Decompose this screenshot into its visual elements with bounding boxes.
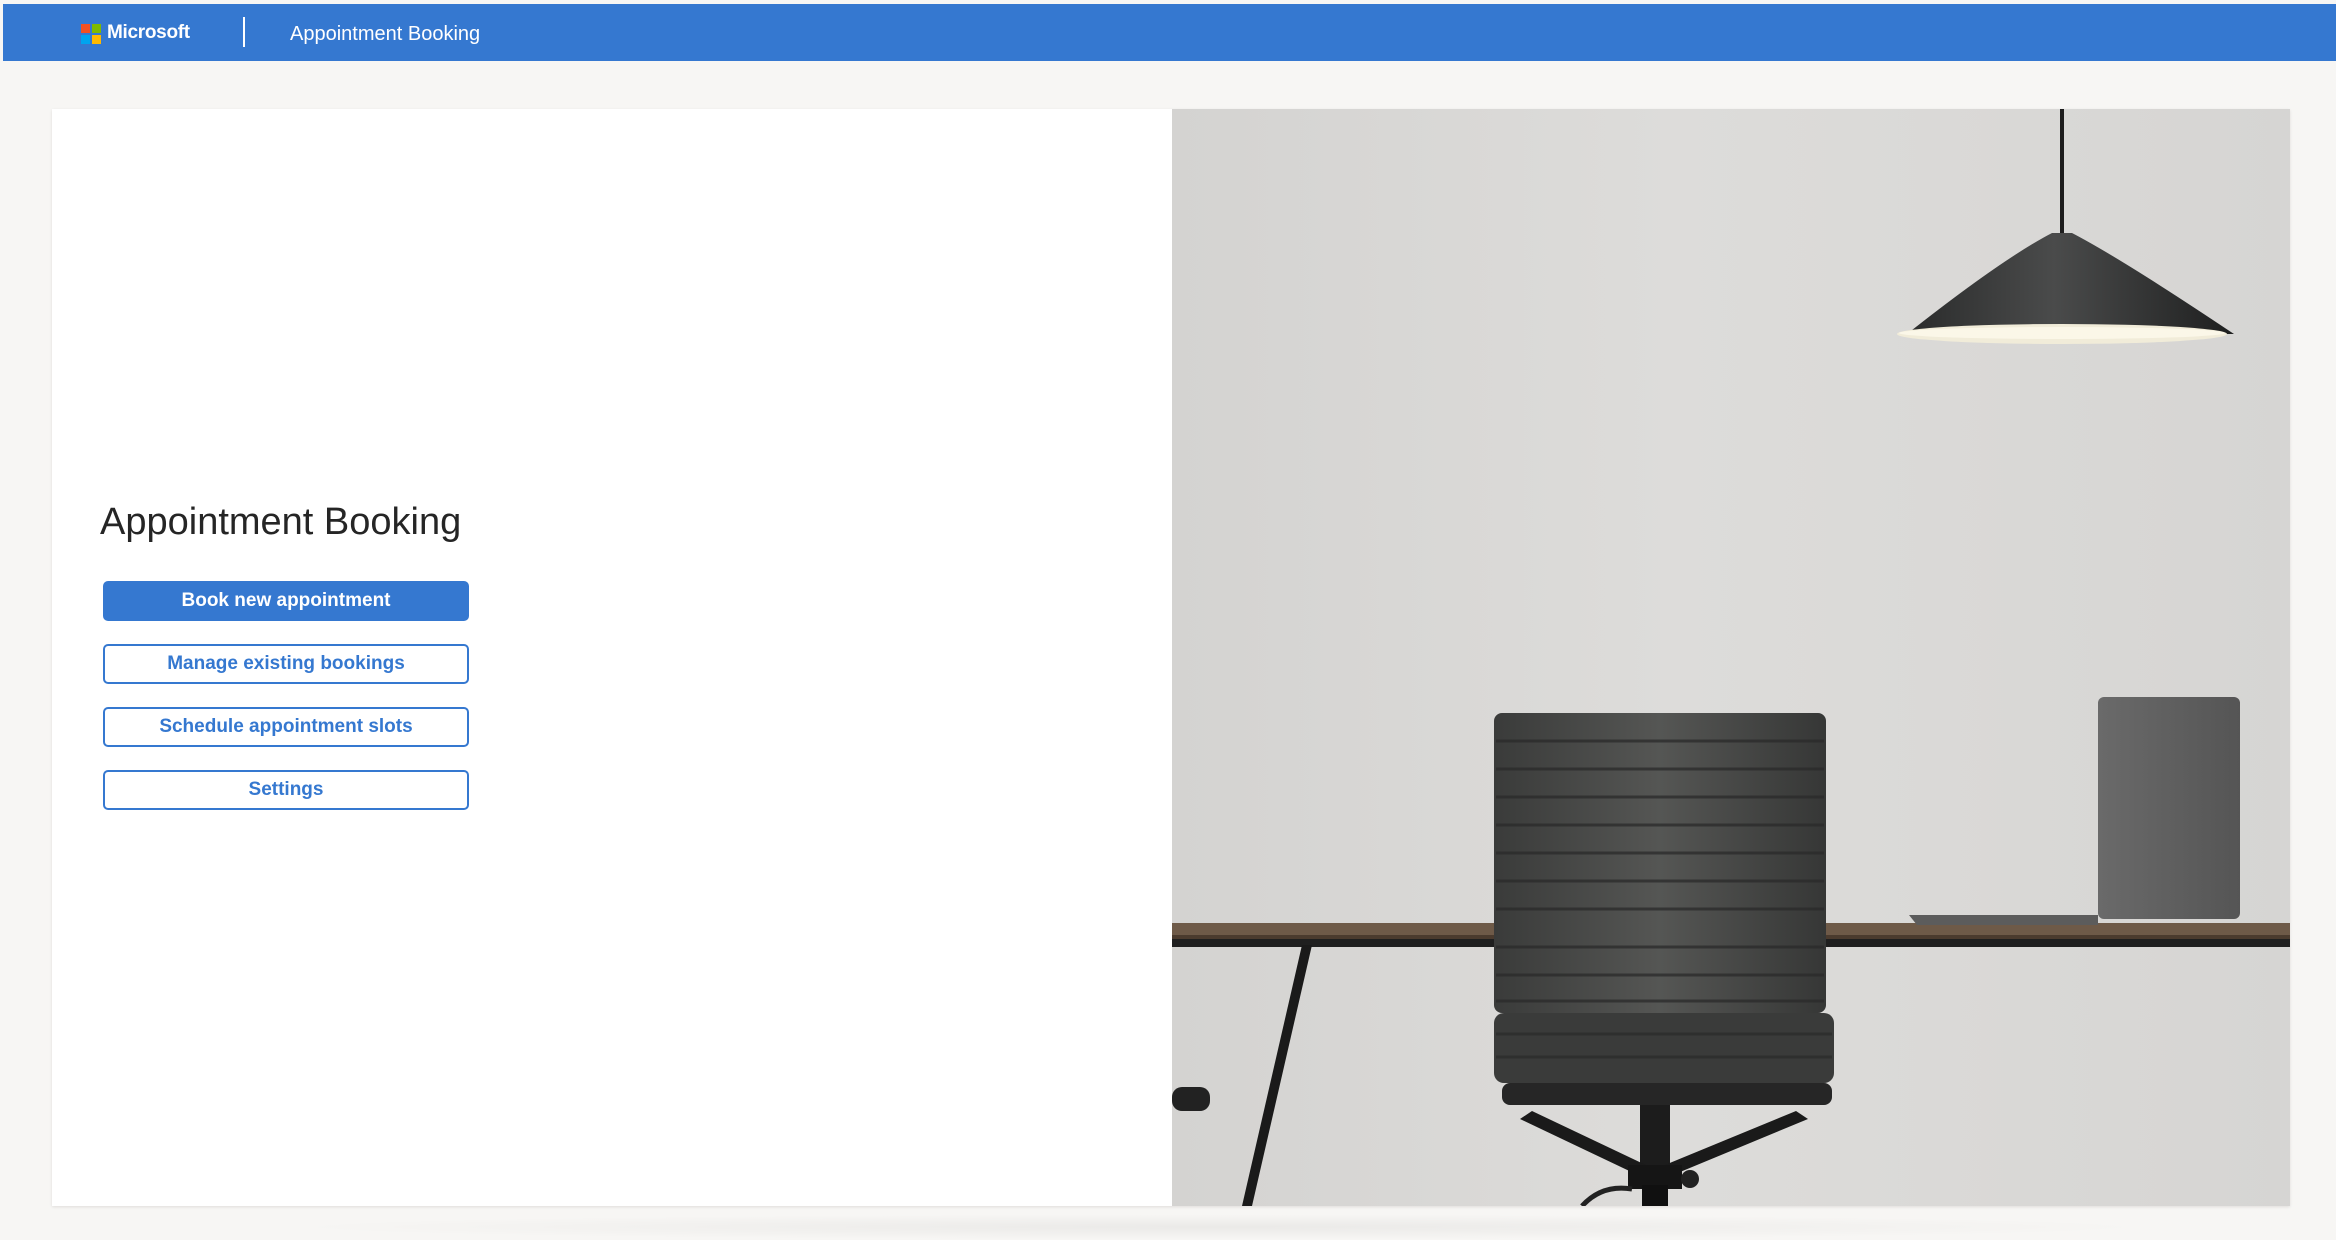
header-divider — [243, 17, 245, 47]
brand-name: Microsoft — [107, 22, 190, 43]
app-title[interactable]: Appointment Booking — [290, 23, 480, 46]
page-title: Appointment Booking — [100, 501, 462, 543]
schedule-appointment-slots-button[interactable]: Schedule appointment slots — [103, 707, 469, 747]
top-bar: Microsoft Appointment Booking — [3, 4, 2336, 61]
settings-button[interactable]: Settings — [103, 770, 469, 810]
manage-existing-bookings-button[interactable]: Manage existing bookings — [103, 644, 469, 684]
bottom-shadow — [270, 1214, 2170, 1240]
microsoft-logo-icon — [81, 24, 101, 44]
office-illustration — [1172, 109, 2290, 1206]
actions-pane: Appointment Booking Book new appointment… — [52, 109, 1172, 1206]
main-card: Appointment Booking Book new appointment… — [52, 109, 2290, 1206]
hero-image — [1172, 109, 2290, 1206]
book-new-appointment-button[interactable]: Book new appointment — [103, 581, 469, 621]
